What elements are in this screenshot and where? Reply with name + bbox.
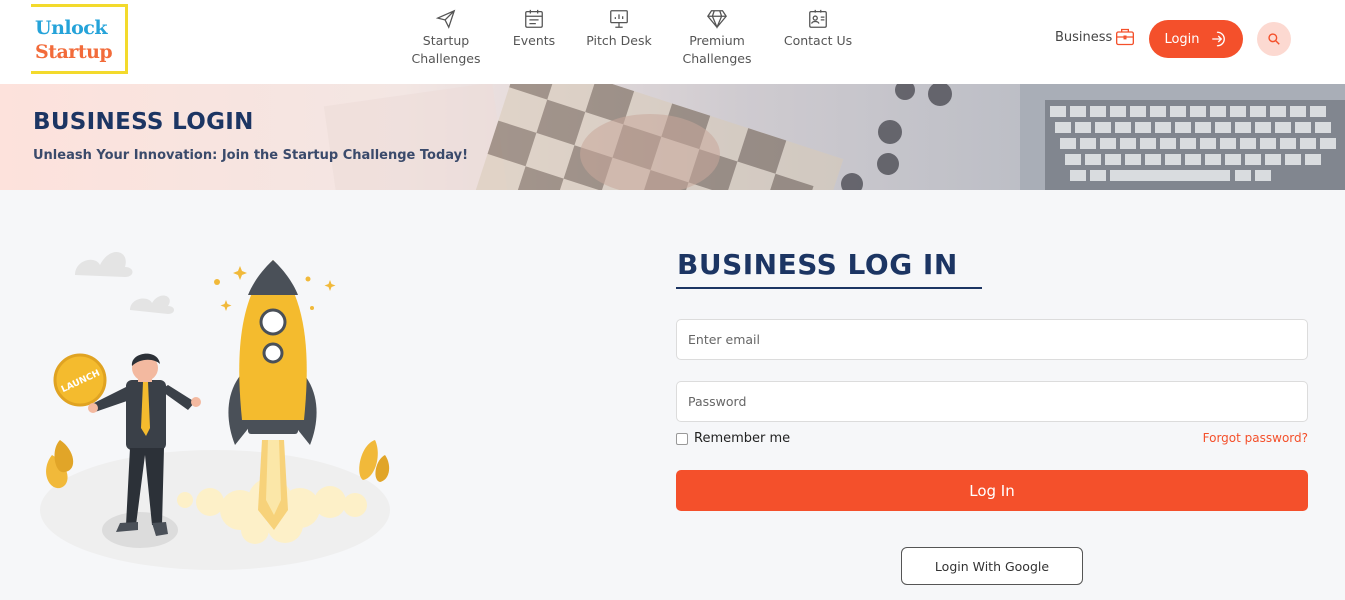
form-title-underline: [676, 287, 982, 289]
nav-startup-challenges[interactable]: Startup Challenges: [408, 8, 484, 68]
login-label: Login: [1164, 31, 1200, 47]
business-link[interactable]: Business: [1055, 30, 1112, 45]
forgot-password-link[interactable]: Forgot password?: [1203, 431, 1308, 445]
search-icon: [1268, 33, 1280, 45]
presentation-board-icon: [610, 10, 628, 28]
login-submit-button[interactable]: Log In: [676, 470, 1308, 511]
rocket-launch-illustration: LAUNCH: [40, 252, 390, 570]
page-banner: BUSINESS LOGIN Unleash Your Innovation: …: [0, 84, 1345, 190]
banner-subtitle: Unleash Your Innovation: Join the Startu…: [33, 148, 469, 163]
search-button[interactable]: [1257, 22, 1291, 56]
briefcase-icon[interactable]: [1115, 27, 1135, 47]
nav-premium-challenges[interactable]: Premium Challenges: [680, 8, 754, 68]
email-input[interactable]: [676, 319, 1308, 360]
nav-contact-us[interactable]: Contact Us: [781, 8, 855, 50]
nav-label: Pitch Desk: [586, 33, 652, 48]
banner-background-image: [323, 84, 1345, 190]
diamond-icon: [707, 10, 727, 29]
nav-label: Premium Challenges: [682, 33, 752, 66]
remember-me-label: Remember me: [694, 431, 791, 446]
nav-label: Events: [512, 33, 556, 48]
checkbox-box[interactable]: [676, 432, 688, 445]
paper-plane-icon: [435, 9, 456, 29]
nav-label: Startup Challenges: [411, 33, 481, 66]
login-arrow-icon: [1211, 31, 1225, 47]
logo-text-unlock: Unlock: [35, 17, 108, 39]
header-login-button[interactable]: Login: [1149, 20, 1243, 58]
nav-label: Contact Us: [783, 33, 853, 48]
form-title: BUSINESS LOG IN: [677, 248, 958, 281]
banner-title: BUSINESS LOGIN: [33, 109, 254, 135]
nav-events[interactable]: Events: [508, 8, 560, 50]
contact-card-icon: [809, 9, 827, 28]
login-with-google-button[interactable]: Login With Google: [901, 547, 1083, 585]
calendar-icon: [525, 9, 543, 28]
logo-text-startup: Startup: [35, 41, 113, 63]
unlock-startup-logo[interactable]: Unlock Startup: [31, 4, 128, 74]
remember-me-checkbox[interactable]: Remember me: [676, 431, 790, 446]
password-input[interactable]: [676, 381, 1308, 422]
nav-pitch-desk[interactable]: Pitch Desk: [584, 8, 654, 50]
site-header: Unlock Startup Startup Challenges Events…: [0, 0, 1345, 84]
